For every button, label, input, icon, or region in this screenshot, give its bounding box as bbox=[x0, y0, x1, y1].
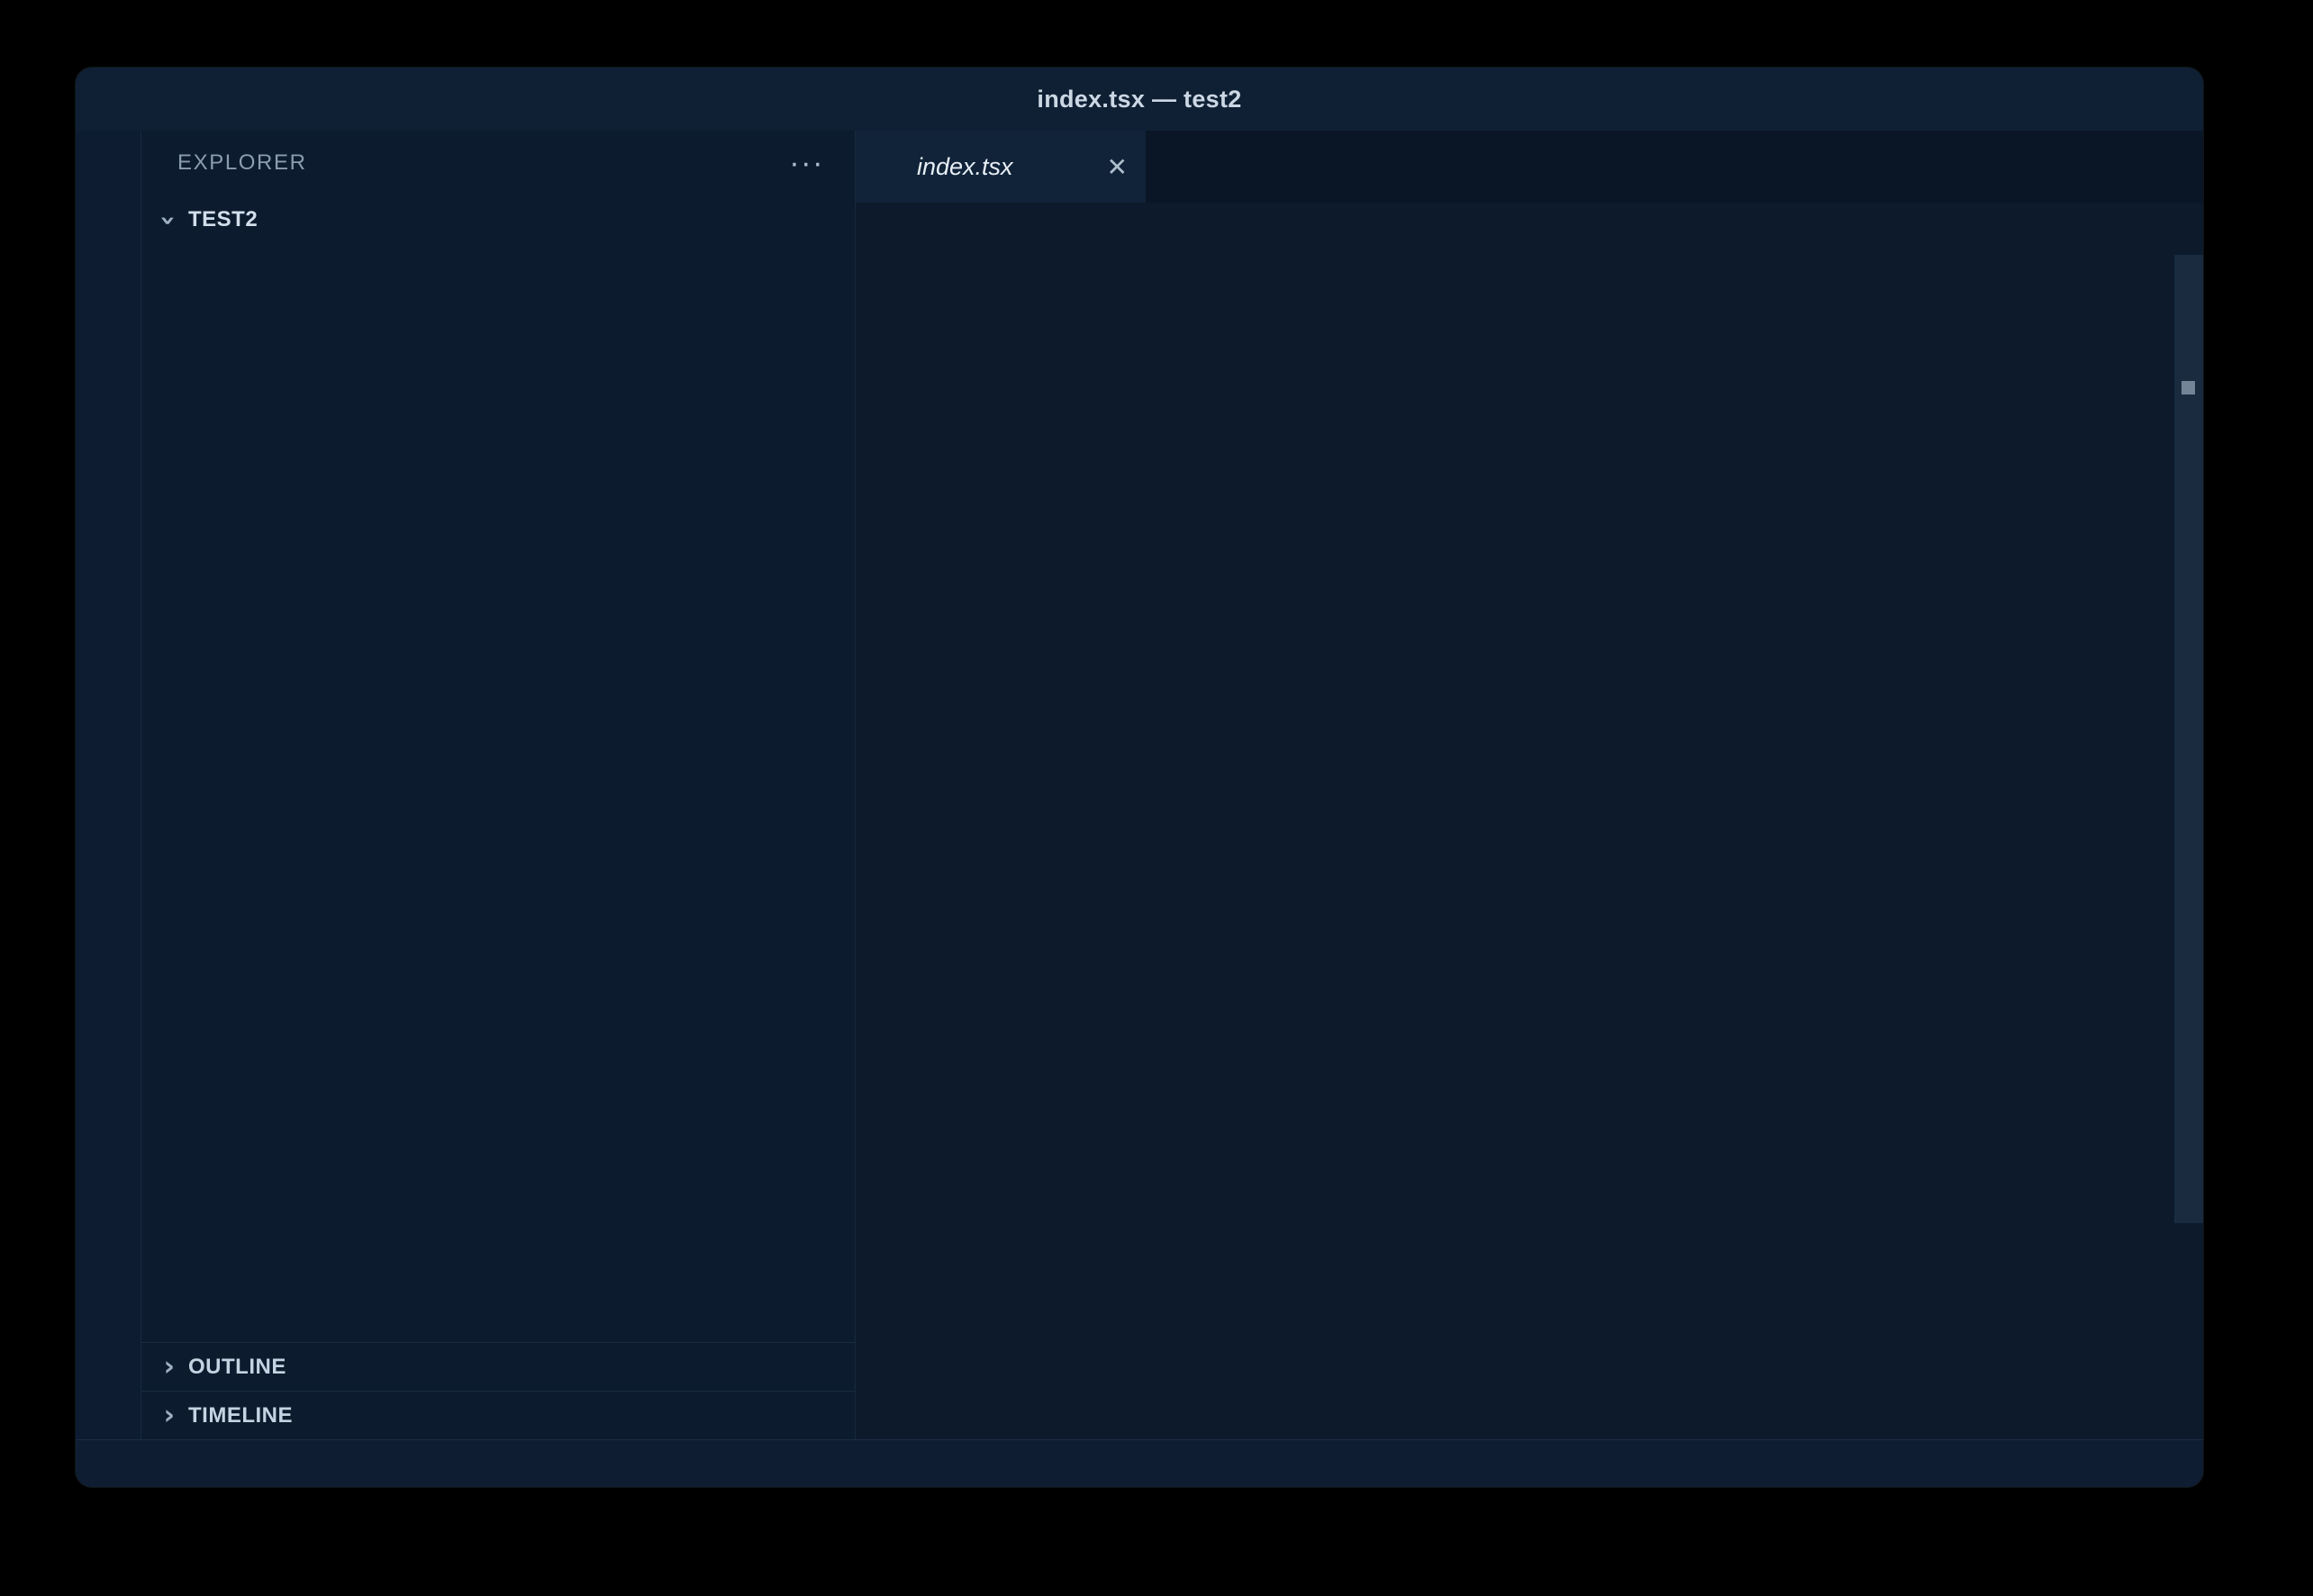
workspace-name: TEST2 bbox=[188, 207, 258, 232]
timeline-section[interactable]: › TIMELINE bbox=[141, 1391, 855, 1439]
vscode-window: index.tsx — test2 EXPLORER ··· › TEST2 ›… bbox=[76, 68, 2203, 1487]
outline-label: OUTLINE bbox=[188, 1355, 286, 1380]
code-editor[interactable] bbox=[856, 255, 2203, 1439]
react-icon bbox=[874, 151, 904, 182]
editor-scrollbar[interactable] bbox=[2174, 255, 2203, 1439]
editor-group: index.tsx ✕ bbox=[856, 131, 2203, 1439]
file-tree bbox=[141, 244, 855, 1342]
sidebar-explorer: EXPLORER ··· › TEST2 › OUTLINE › TIMELIN… bbox=[141, 131, 856, 1439]
minimize-button[interactable] bbox=[138, 89, 158, 109]
workspace-section[interactable]: › TEST2 bbox=[141, 195, 855, 244]
workbench: EXPLORER ··· › TEST2 › OUTLINE › TIMELIN… bbox=[76, 131, 2203, 1439]
chevron-down-icon: › bbox=[152, 207, 184, 234]
editor-actions bbox=[2174, 131, 2203, 203]
explorer-header: EXPLORER ··· bbox=[141, 131, 855, 195]
traffic-lights bbox=[103, 68, 193, 131]
tab-label: index.tsx bbox=[917, 153, 1013, 181]
breadcrumb bbox=[856, 203, 2203, 255]
maximize-button[interactable] bbox=[173, 89, 193, 109]
scrollbar-thumb[interactable] bbox=[2174, 255, 2203, 1223]
chevron-right-icon: › bbox=[156, 1400, 183, 1431]
timeline-label: TIMELINE bbox=[188, 1403, 293, 1428]
tab-index-tsx[interactable]: index.tsx ✕ bbox=[856, 131, 1146, 203]
activity-bar bbox=[76, 131, 141, 1439]
titlebar: index.tsx — test2 bbox=[76, 68, 2203, 131]
explorer-more-icon[interactable]: ··· bbox=[789, 154, 824, 172]
status-bar bbox=[76, 1439, 2203, 1487]
explorer-title: EXPLORER bbox=[177, 150, 307, 176]
overview-cursor-mark bbox=[2181, 381, 2195, 394]
chevron-right-icon: › bbox=[156, 1351, 183, 1383]
close-button[interactable] bbox=[103, 89, 122, 109]
close-icon[interactable]: ✕ bbox=[1107, 152, 1128, 182]
tab-bar: index.tsx ✕ bbox=[856, 131, 2203, 203]
window-title: index.tsx — test2 bbox=[1037, 86, 1241, 113]
outline-section[interactable]: › OUTLINE bbox=[141, 1342, 855, 1391]
